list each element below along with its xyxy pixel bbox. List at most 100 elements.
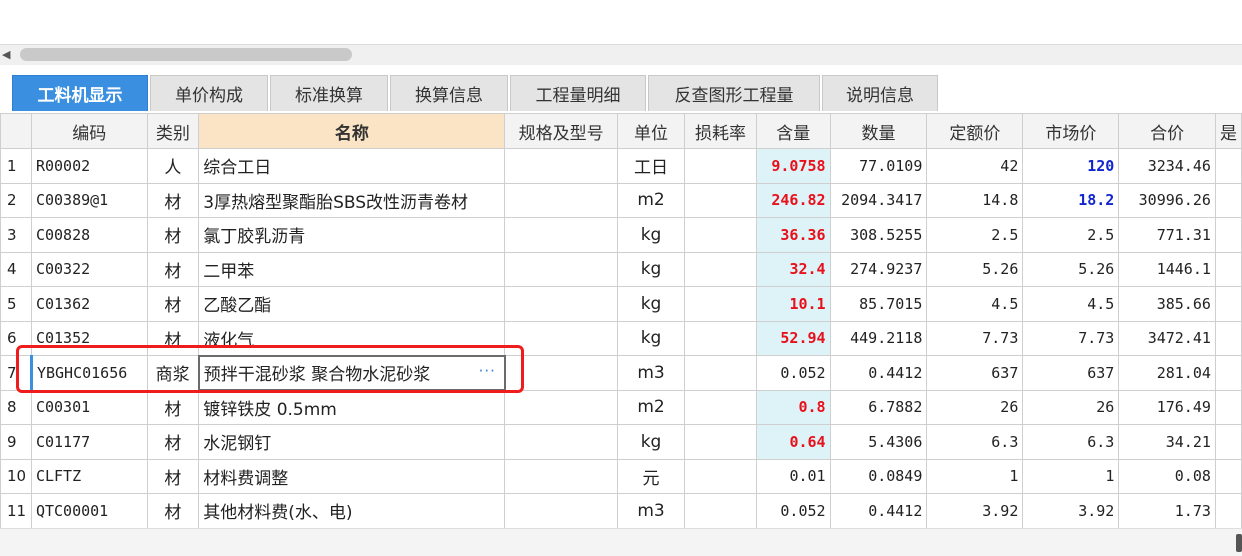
code-cell[interactable]: C00389@1 [30, 182, 148, 218]
loss-rate-cell[interactable] [684, 424, 757, 460]
unit-cell[interactable]: m3 [616, 493, 686, 529]
category-cell[interactable]: 材 [146, 182, 200, 218]
header-spec[interactable]: 规格及型号 [504, 113, 618, 149]
code-cell[interactable]: C01362 [30, 286, 148, 322]
row-number-cell[interactable]: 7 [0, 355, 32, 391]
row-number-cell[interactable]: 11 [0, 493, 32, 529]
quota-price-cell[interactable]: 26 [926, 389, 1024, 425]
tab-labor-material-machine[interactable]: 工料机显示 [12, 75, 148, 111]
category-cell[interactable]: 材 [146, 217, 200, 253]
code-cell[interactable]: QTC00001 [30, 493, 148, 529]
market-price-cell[interactable]: 637 [1022, 355, 1120, 391]
market-price-cell[interactable]: 4.5 [1022, 286, 1120, 322]
amount-cell[interactable]: 0.4412 [829, 493, 928, 529]
name-cell[interactable]: 二甲苯 [198, 251, 506, 287]
table-row[interactable]: 5 C01362 材乙酸乙酯 kg 10.1 85.7015 4.5 4.5 385.66 [0, 286, 1242, 322]
table-row[interactable]: 8 C00301 材镀锌铁皮 0.5mm m2 0.8 6.7882 26 26 176.49 [0, 389, 1242, 425]
resize-handle[interactable] [1236, 534, 1242, 552]
extra-cell[interactable] [1214, 458, 1242, 494]
category-cell[interactable]: 材 [146, 493, 200, 529]
code-cell[interactable]: R00002 [30, 148, 148, 184]
extra-cell[interactable] [1214, 320, 1242, 356]
table-row[interactable]: 6 C01352 材液化气 kg 52.94 449.2118 7.73 7.73 3472.4… [0, 320, 1242, 356]
quota-price-cell[interactable]: 14.8 [926, 182, 1024, 218]
tab-description-info[interactable]: 说明信息 [822, 75, 938, 111]
header-market-price[interactable]: 市场价 [1022, 113, 1120, 149]
name-cell[interactable]: 液化气 [198, 320, 506, 356]
spec-cell[interactable] [504, 424, 618, 460]
loss-rate-cell[interactable] [684, 389, 757, 425]
amount-cell[interactable]: 2094.3417 [829, 182, 928, 218]
header-code[interactable]: 编码 [30, 113, 148, 149]
unit-cell[interactable]: m2 [616, 389, 686, 425]
header-unit[interactable]: 单位 [616, 113, 686, 149]
category-cell[interactable]: 人 [146, 148, 200, 184]
total-price-cell[interactable]: 3472.41 [1118, 320, 1216, 356]
total-price-cell[interactable]: 771.31 [1118, 217, 1216, 253]
unit-cell[interactable]: 工日 [616, 148, 686, 184]
quota-price-cell[interactable]: 4.5 [926, 286, 1024, 322]
market-price-cell[interactable]: 26 [1022, 389, 1120, 425]
tab-conversion-info[interactable]: 换算信息 [390, 75, 508, 111]
market-price-cell[interactable]: 6.3 [1022, 424, 1120, 460]
spec-cell[interactable] [504, 251, 618, 287]
table-row[interactable]: 10 CLFTZ 材材料费调整元 0.01 0.0849 1 1 0.08 [0, 458, 1242, 494]
code-cell[interactable]: C01177 [30, 424, 148, 460]
content-qty-cell[interactable]: 52.94 [755, 320, 831, 356]
extra-cell[interactable] [1214, 251, 1242, 287]
loss-rate-cell[interactable] [684, 148, 757, 184]
tab-reverse-graphic-quantity[interactable]: 反查图形工程量 [648, 75, 820, 111]
loss-rate-cell[interactable] [684, 355, 757, 391]
content-qty-cell[interactable]: 0.8 [755, 389, 831, 425]
ellipsis-button-icon[interactable]: ··· [479, 362, 496, 380]
code-cell[interactable]: C00301 [30, 389, 148, 425]
amount-cell[interactable]: 449.2118 [829, 320, 928, 356]
horizontal-scrollbar[interactable]: ◀ [0, 44, 1242, 66]
tab-standard-conversion[interactable]: 标准换算 [270, 75, 388, 111]
spec-cell[interactable] [504, 389, 618, 425]
content-qty-cell[interactable]: 36.36 [755, 217, 831, 253]
header-category[interactable]: 类别 [146, 113, 200, 149]
row-number-cell[interactable]: 10 [0, 458, 32, 494]
table-row[interactable]: 4 C00322 材二甲苯 kg 32.4 274.9237 5.26 5.26 1446.1 [0, 251, 1242, 287]
row-number-cell[interactable]: 4 [0, 251, 32, 287]
market-price-cell[interactable]: 7.73 [1022, 320, 1120, 356]
category-cell[interactable]: 材 [146, 458, 200, 494]
total-price-cell[interactable]: 1.73 [1118, 493, 1216, 529]
header-content-qty[interactable]: 含量 [755, 113, 831, 149]
code-cell[interactable]: C01352 [30, 320, 148, 356]
name-cell[interactable]: 氯丁胶乳沥青 [198, 217, 506, 253]
extra-cell[interactable] [1214, 389, 1242, 425]
unit-cell[interactable]: 元 [616, 458, 686, 494]
extra-cell[interactable] [1214, 424, 1242, 460]
name-cell[interactable]: 水泥钢钉 [198, 424, 506, 460]
amount-cell[interactable]: 77.0109 [829, 148, 928, 184]
market-price-cell[interactable]: 18.2 [1022, 182, 1120, 218]
unit-cell[interactable]: kg [616, 320, 686, 356]
spec-cell[interactable] [504, 182, 618, 218]
name-cell[interactable]: 乙酸乙酯 [198, 286, 506, 322]
loss-rate-cell[interactable] [684, 182, 757, 218]
extra-cell[interactable] [1214, 355, 1242, 391]
spec-cell[interactable] [504, 355, 618, 391]
amount-cell[interactable]: 5.4306 [829, 424, 928, 460]
table-row[interactable]: 7 YBGHC01656 商浆 预拌干混砂浆 聚合物水泥砂浆 ··· m3 0.052 0.4… [0, 354, 1242, 391]
row-number-cell[interactable]: 2 [0, 182, 32, 218]
total-price-cell[interactable]: 0.08 [1118, 458, 1216, 494]
category-cell[interactable]: 材 [146, 424, 200, 460]
quota-price-cell[interactable]: 6.3 [926, 424, 1024, 460]
amount-cell[interactable]: 308.5255 [829, 217, 928, 253]
loss-rate-cell[interactable] [684, 493, 757, 529]
loss-rate-cell[interactable] [684, 251, 757, 287]
name-cell[interactable]: 预拌干混砂浆 聚合物水泥砂浆 ··· [197, 354, 506, 391]
total-price-cell[interactable]: 30996.26 [1118, 182, 1216, 218]
unit-cell[interactable]: kg [616, 217, 686, 253]
amount-cell[interactable]: 0.4412 [829, 355, 928, 391]
quota-price-cell[interactable]: 42 [926, 148, 1024, 184]
total-price-cell[interactable]: 1446.1 [1118, 251, 1216, 287]
code-cell[interactable]: CLFTZ [30, 458, 148, 494]
market-price-cell[interactable]: 5.26 [1022, 251, 1120, 287]
market-price-cell[interactable]: 1 [1022, 458, 1120, 494]
tab-quantity-detail[interactable]: 工程量明细 [510, 75, 646, 111]
code-cell[interactable]: C00828 [30, 217, 148, 253]
